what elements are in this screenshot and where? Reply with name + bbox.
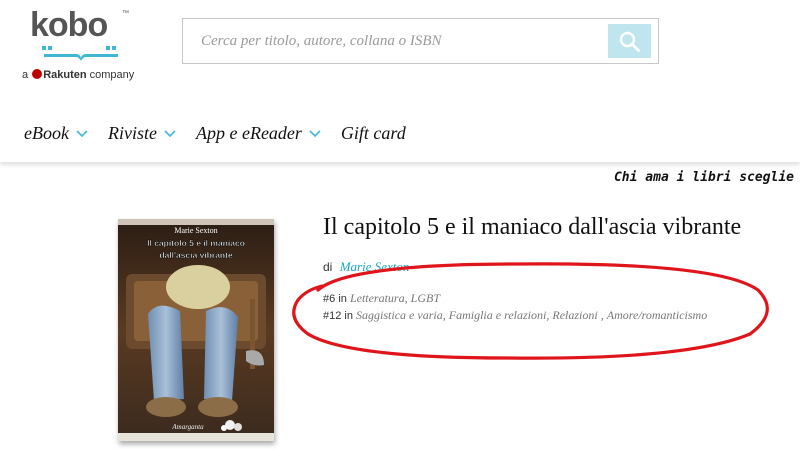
rakuten-tagline: a Rakuten company (22, 69, 134, 81)
cover-publisher: Amarganta (171, 423, 204, 431)
search-bar (182, 18, 659, 64)
main-nav: eBook Riviste App e eReader Gift card (24, 118, 426, 148)
tagline-prefix: a (22, 69, 29, 81)
tagline-suffix: company (89, 69, 135, 81)
site-slogan: Chi ama i libri sceglie (613, 170, 794, 185)
nav-item-label: Gift card (340, 122, 406, 143)
cover-author: Marie Sexton (174, 226, 217, 235)
nav-item-ebook[interactable]: eBook (24, 123, 88, 144)
chevron-down-icon (164, 130, 176, 138)
nav-item-gift-card[interactable]: Gift card (341, 123, 406, 144)
nav-item-riviste[interactable]: Riviste (108, 123, 176, 144)
open-book-icon (42, 46, 118, 61)
cover-title-line2: dall'ascia vibrante (159, 250, 233, 260)
rakuten-r-icon (32, 69, 43, 79)
search-input[interactable] (184, 20, 604, 62)
nav-item-app-ereader[interactable]: App e eReader (196, 123, 321, 144)
book-title: Il capitolo 5 e il maniaco dall'ascia vi… (323, 214, 742, 240)
chevron-down-icon (76, 130, 88, 138)
chevron-down-icon (309, 130, 321, 138)
search-button[interactable] (608, 24, 651, 58)
nav-item-label: eBook (24, 122, 69, 143)
search-icon (619, 31, 640, 52)
cover-title-line1: Il capitolo 5 e il maniaco (147, 238, 245, 248)
book-cover-image: Marie Sexton Il capitolo 5 e il maniaco … (118, 219, 274, 441)
tagline-brand: Rakuten (43, 69, 87, 81)
kobo-logo[interactable]: kobo ™ a Rakuten company (22, 6, 142, 82)
nav-item-label: App e eReader (195, 122, 302, 143)
logo-wordmark: kobo (30, 6, 108, 44)
logo-trademark: ™ (122, 10, 129, 17)
book-cover[interactable]: Marie Sexton Il capitolo 5 e il maniaco … (118, 219, 274, 441)
site-header: kobo ™ a Rakuten company eBook (0, 0, 800, 162)
red-annotation-oval (292, 262, 769, 360)
nav-item-label: Riviste (107, 122, 157, 143)
